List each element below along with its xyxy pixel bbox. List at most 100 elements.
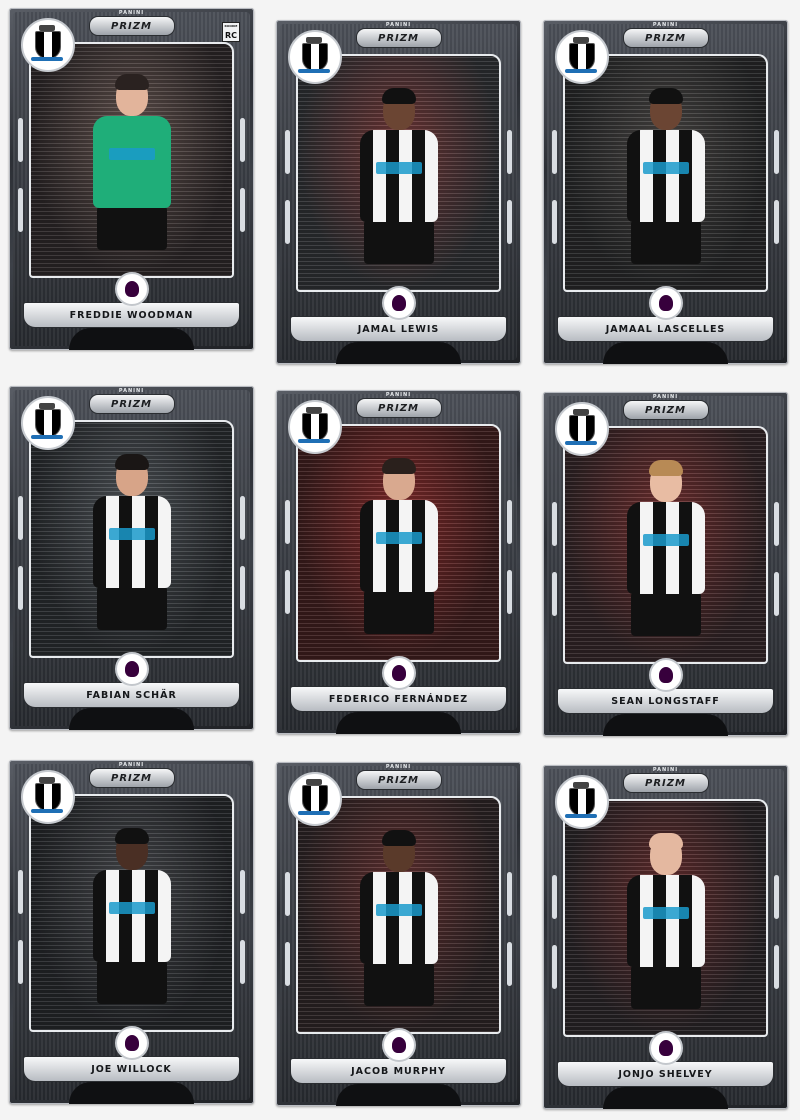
card-frame-slot (774, 502, 779, 546)
premier-league-lion-icon (114, 272, 149, 306)
player-hair (648, 88, 683, 104)
newcastle-crest-icon (555, 775, 609, 829)
newcastle-crest-icon (21, 18, 75, 72)
card-frame-slot (552, 945, 557, 989)
player-shorts (630, 220, 701, 264)
lion-mark (124, 661, 139, 677)
prizm-logo: PANINI PRIZM (622, 394, 709, 420)
trading-card: PANINI PRIZM Jamaal Lascelles (543, 20, 788, 364)
card-bottom-arc (69, 708, 194, 730)
card-frame-slot (774, 875, 779, 919)
card-frame-slot (507, 872, 512, 916)
newcastle-crest-icon (555, 30, 609, 84)
player-shirt (626, 130, 705, 222)
player-photo (563, 799, 768, 1037)
player-photo (296, 54, 501, 292)
trading-card: PANINI PRIZM Jonjo Shelvey (543, 765, 788, 1109)
premier-league-lion-icon (381, 286, 416, 320)
trading-card: PANINI PRIZM Jacob Murphy (276, 762, 521, 1106)
premier-league-lion-icon (114, 652, 149, 686)
card-bottom-arc (603, 1087, 728, 1109)
prizm-logo: PANINI PRIZM (88, 762, 175, 788)
player-shirt (359, 500, 438, 592)
prizm-label: PRIZM (378, 32, 419, 44)
player-shirt (359, 130, 438, 222)
card-frame-slot (240, 118, 245, 162)
player-photo (29, 42, 234, 278)
card-frame-slot (507, 570, 512, 614)
player-shirt (92, 116, 171, 208)
prizm-label: PRIZM (111, 20, 152, 32)
card-frame-slot (285, 130, 290, 174)
player-photo (296, 796, 501, 1034)
player-figure (339, 84, 459, 284)
club-shield (298, 407, 330, 443)
card-frame-slot (285, 570, 290, 614)
trading-card: PANINI PRIZM Fabian Schär (9, 386, 254, 730)
prizm-label: PRIZM (111, 398, 152, 410)
card-frame-slot (507, 200, 512, 244)
player-hair (648, 833, 683, 849)
player-photo (296, 424, 501, 662)
club-shield (565, 37, 597, 73)
card-frame-slot (507, 500, 512, 544)
prizm-logo: PANINI PRIZM (622, 22, 709, 48)
trading-card: PANINIPRIZMRCFreddie Woodman (9, 8, 254, 350)
trading-card: PANINI PRIZM Federico Fernández (276, 390, 521, 734)
panini-label: PANINI (118, 388, 145, 394)
player-shorts (96, 586, 167, 630)
card-frame-slot (285, 200, 290, 244)
lion-mark (658, 295, 673, 311)
player-shirt (359, 872, 438, 964)
card-frame-slot (18, 188, 23, 232)
card-frame-slot (240, 870, 245, 914)
prizm-logo: PANINI PRIZM (355, 22, 442, 48)
newcastle-crest-icon (288, 772, 342, 826)
player-shorts (363, 590, 434, 634)
panini-label: PANINI (385, 22, 412, 28)
card-frame-slot (552, 130, 557, 174)
player-hair (381, 88, 416, 104)
player-shorts (96, 960, 167, 1004)
club-shield (31, 777, 63, 813)
club-shield (298, 37, 330, 73)
player-shirt (92, 496, 171, 588)
player-figure (606, 829, 726, 1029)
player-figure (339, 454, 459, 654)
player-photo (563, 426, 768, 664)
card-bottom-arc (603, 342, 728, 364)
lion-mark (658, 667, 673, 683)
lion-mark (391, 295, 406, 311)
card-frame-slot (774, 572, 779, 616)
player-shorts (630, 592, 701, 636)
player-figure (72, 824, 192, 1024)
player-hair (114, 74, 149, 90)
card-frame-slot (240, 566, 245, 610)
card-frame-slot (240, 496, 245, 540)
prizm-label: PRIZM (645, 404, 686, 416)
card-frame-slot (18, 496, 23, 540)
player-shirt (626, 875, 705, 967)
prizm-label: PRIZM (645, 777, 686, 789)
prizm-label: PRIZM (378, 774, 419, 786)
player-shorts (96, 206, 167, 250)
player-figure (72, 450, 192, 650)
prizm-logo: PANINI PRIZM (88, 388, 175, 414)
panini-label: PANINI (118, 762, 145, 768)
lion-mark (124, 281, 139, 297)
player-photo (563, 54, 768, 292)
player-shirt (626, 502, 705, 594)
player-figure (339, 826, 459, 1026)
prizm-logo: PANINI PRIZM (355, 392, 442, 418)
player-shorts (630, 965, 701, 1009)
player-shirt (92, 870, 171, 962)
card-frame-slot (774, 945, 779, 989)
card-frame-slot (552, 875, 557, 919)
lion-mark (124, 1035, 139, 1051)
player-shorts (363, 962, 434, 1006)
player-photo (29, 420, 234, 658)
trading-card: PANINI PRIZM Jamal Lewis (276, 20, 521, 364)
lion-mark (391, 1037, 406, 1053)
player-photo (29, 794, 234, 1032)
premier-league-lion-icon (648, 658, 683, 692)
